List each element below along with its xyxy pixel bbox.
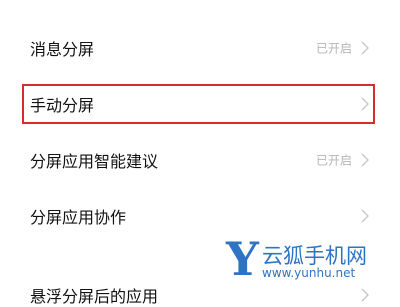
watermark-logo: Y 云狐手机网 www.yunhu.net [226,236,396,290]
settings-row-label: 消息分屏 [30,40,95,59]
chevron-right-icon [360,41,370,55]
chevron-right-icon [360,97,370,111]
settings-row-manual-split[interactable]: 手动分屏 [0,76,400,132]
watermark-letter: Y [226,232,259,286]
watermark-url: www.yunhu.net [262,266,356,280]
settings-row-smart-suggestion[interactable]: 分屏应用智能建议 已开启 [0,132,400,188]
settings-row-partial-label[interactable]: 悬浮分屏后的应用 [30,283,158,307]
settings-row-label: 分屏应用协作 [30,208,127,227]
chevron-right-icon [360,153,370,167]
settings-row-label: 手动分屏 [30,96,95,115]
status-text: 已开启 [315,153,352,168]
settings-row-label: 分屏应用智能建议 [30,152,159,171]
chevron-right-icon [360,209,370,223]
status-text: 已开启 [315,41,352,56]
settings-row-message-split[interactable]: 消息分屏 已开启 [0,20,400,76]
